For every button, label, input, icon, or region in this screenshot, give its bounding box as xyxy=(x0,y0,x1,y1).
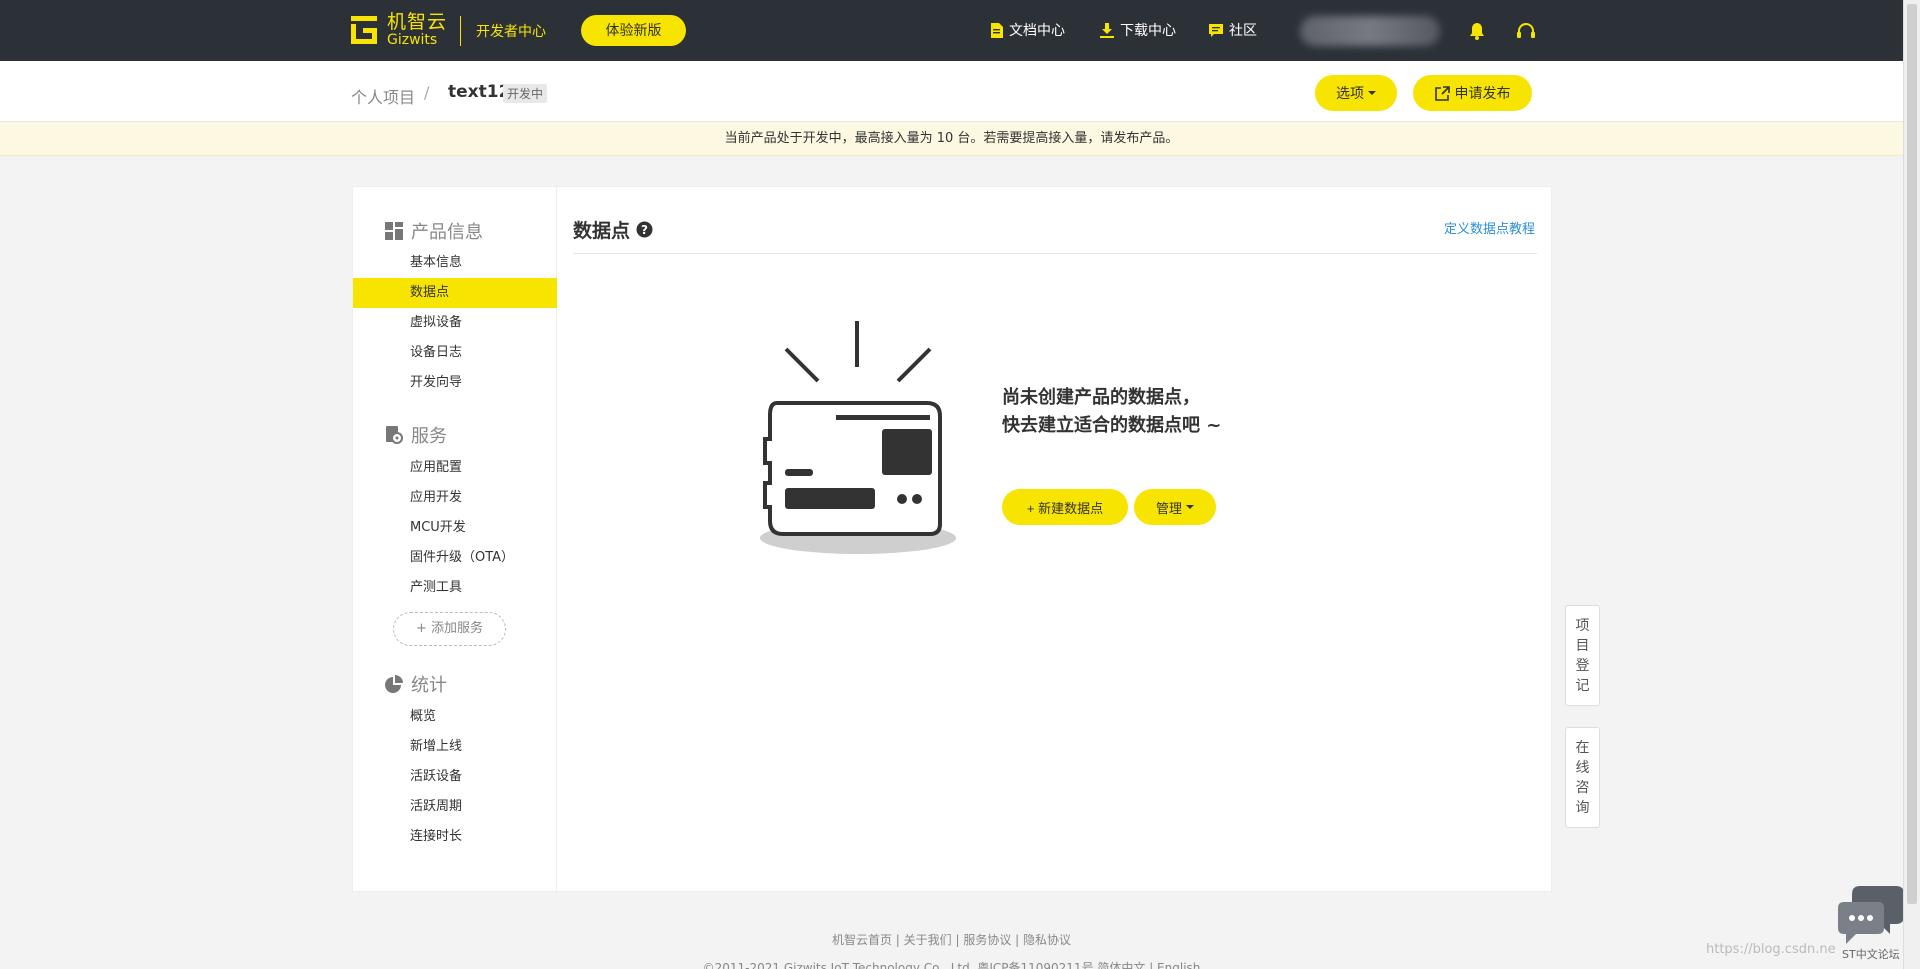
add-service-button[interactable]: + 添加服务 xyxy=(393,612,506,646)
options-label: 选项 xyxy=(1336,85,1364,101)
csdn-watermark: https://blog.csdn.ne xyxy=(1706,942,1836,957)
new-data-point-button[interactable]: + 新建数据点 xyxy=(1002,489,1128,525)
page-title: 数据点 ? xyxy=(573,216,653,243)
scrollbar-thumb[interactable] xyxy=(1907,4,1917,904)
sidebar-item-basic-info[interactable]: 基本信息 xyxy=(353,248,557,278)
chat-icon xyxy=(1209,23,1223,37)
manage-label: 管理 xyxy=(1155,500,1182,516)
section-services-title: 服务 xyxy=(411,426,447,447)
sidebar-item-ota[interactable]: 固件升级（OTA） xyxy=(353,543,557,573)
empty-state-message: 尚未创建产品的数据点， 快去建立适合的数据点吧 ~ xyxy=(1002,384,1221,440)
options-dropdown-button[interactable]: 选项 xyxy=(1315,75,1397,111)
breadcrumb-current-product: text12 xyxy=(448,82,511,102)
user-avatar-blurred[interactable] xyxy=(1300,16,1440,46)
sidebar-item-device-log[interactable]: 设备日志 xyxy=(353,338,557,368)
pie-chart-icon xyxy=(385,675,403,693)
external-link-icon xyxy=(1434,85,1450,101)
sidebar-item-active-period[interactable]: 活跃周期 xyxy=(353,792,557,822)
dashboard-icon xyxy=(385,222,403,240)
help-question-icon[interactable]: ? xyxy=(636,221,653,238)
svg-text:?: ? xyxy=(641,223,648,237)
sidebar-item-new-online[interactable]: 新增上线 xyxy=(353,732,557,762)
sidebar-item-data-points[interactable]: 数据点 xyxy=(353,278,557,308)
logo-cn-text: 机智云 xyxy=(387,11,448,33)
nav-community-link[interactable]: 社区 xyxy=(1209,20,1257,40)
float-char: 登 xyxy=(1575,658,1590,674)
sidebar-item-virtual-device[interactable]: 虚拟设备 xyxy=(353,308,557,338)
main-card: 产品信息 基本信息 数据点 虚拟设备 设备日志 开发向导 服务 应用配置 应用开… xyxy=(352,186,1552,892)
sidebar-item-test-tools[interactable]: 产测工具 xyxy=(353,573,557,603)
sidebar-item-app-config[interactable]: 应用配置 xyxy=(353,453,557,483)
caret-down-icon xyxy=(1186,505,1194,509)
nav-docs-label: 文档中心 xyxy=(1009,23,1065,39)
publish-label: 申请发布 xyxy=(1454,85,1511,101)
sidebar-item-mcu-dev[interactable]: MCU开发 xyxy=(353,513,557,543)
forum-watermark: ST中文论坛 xyxy=(1842,948,1900,961)
section-product-info-title: 产品信息 xyxy=(411,222,483,243)
sidebar-item-app-dev[interactable]: 应用开发 xyxy=(353,483,557,513)
nav-downloads-label: 下载中心 xyxy=(1120,23,1176,39)
sidebar-item-active-devices[interactable]: 活跃设备 xyxy=(353,762,557,792)
float-char: 记 xyxy=(1575,678,1590,694)
section-statistics-title: 统计 xyxy=(411,675,447,696)
float-char: 项 xyxy=(1575,618,1590,634)
section-statistics: 统计 xyxy=(385,671,447,697)
notification-bell-icon[interactable] xyxy=(1465,19,1489,43)
sidebar-item-overview[interactable]: 概览 xyxy=(353,702,557,732)
download-icon xyxy=(1100,22,1114,38)
caret-down-icon xyxy=(1368,91,1376,95)
sidebar-item-connection-duration[interactable]: 连接时长 xyxy=(353,822,557,852)
online-consult-float-button[interactable]: 在 线 咨 询 xyxy=(1565,727,1600,828)
project-register-float-button[interactable]: 项 目 登 记 xyxy=(1565,605,1600,706)
gizwits-logo[interactable]: 机智云 Gizwits xyxy=(351,13,447,47)
top-navbar: 机智云 Gizwits 开发者中心 体验新版 文档中心 下载中心 社区 xyxy=(0,0,1903,61)
nav-downloads-link[interactable]: 下载中心 xyxy=(1100,20,1176,40)
float-char: 询 xyxy=(1575,800,1590,816)
empty-state-line-2: 快去建立适合的数据点吧 ~ xyxy=(1002,415,1222,436)
logo-en-text: Gizwits xyxy=(387,32,438,48)
nav-docs-link[interactable]: 文档中心 xyxy=(990,20,1065,40)
title-divider xyxy=(573,253,1537,254)
nav-divider xyxy=(460,16,461,46)
sidebar: 产品信息 基本信息 数据点 虚拟设备 设备日志 开发向导 服务 应用配置 应用开… xyxy=(353,187,557,891)
vertical-scrollbar[interactable] xyxy=(1903,0,1920,969)
section-product-info: 产品信息 xyxy=(385,218,483,244)
data-point-tutorial-link[interactable]: 定义数据点教程 xyxy=(1444,218,1535,237)
logo-mark-icon xyxy=(351,14,381,46)
customer-service-headset-icon[interactable] xyxy=(1514,19,1538,43)
section-services: 服务 xyxy=(385,422,447,448)
footer-links[interactable]: 机智云首页 | 关于我们 | 服务协议 | 隐私协议 xyxy=(0,931,1903,948)
sidebar-item-dev-guide[interactable]: 开发向导 xyxy=(353,368,557,398)
page-title-text: 数据点 xyxy=(573,220,631,242)
float-char: 目 xyxy=(1575,638,1590,654)
service-icon xyxy=(386,426,403,444)
empty-device-illustration xyxy=(755,315,965,559)
nav-community-label: 社区 xyxy=(1229,23,1257,39)
developer-center-link[interactable]: 开发者中心 xyxy=(476,21,546,41)
document-icon xyxy=(991,22,1003,38)
live-chat-bubble-icon[interactable] xyxy=(1838,886,1904,952)
float-char: 线 xyxy=(1575,760,1590,776)
manage-dropdown-button[interactable]: 管理 xyxy=(1134,489,1216,525)
development-notice-banner: 当前产品处于开发中，最高接入量为 10 台。若需要提高接入量，请发布产品。 xyxy=(0,122,1903,156)
status-badge: 开发中 xyxy=(503,84,548,103)
apply-publish-button[interactable]: 申请发布 xyxy=(1413,75,1532,111)
breadcrumb-personal-projects[interactable]: 个人项目 xyxy=(351,84,415,108)
try-new-version-button[interactable]: 体验新版 xyxy=(581,15,686,46)
breadcrumb-separator: / xyxy=(424,83,430,102)
float-char: 咨 xyxy=(1575,780,1590,796)
project-subheader: 个人项目 / text12 开发中 xyxy=(0,61,1903,122)
float-char: 在 xyxy=(1575,740,1590,756)
empty-state-line-1: 尚未创建产品的数据点， xyxy=(1002,387,1200,408)
footer-copyright: ©2011-2021 Gizwits IoT Technology Co., L… xyxy=(702,961,1201,969)
